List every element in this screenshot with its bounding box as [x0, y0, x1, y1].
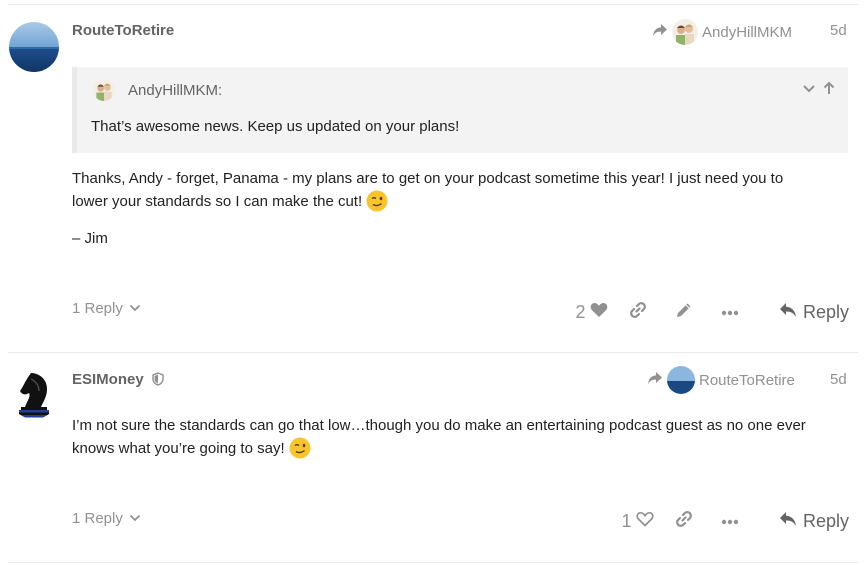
replies-label: 1 Reply: [72, 300, 123, 317]
post-actions: 1 Reply: [615, 505, 849, 537]
quote-controls: [802, 81, 836, 100]
post-body: I’m not sure the standards can go that l…: [72, 415, 848, 460]
quote-text: That’s awesome news. Keep us updated on …: [91, 118, 460, 135]
share-arrow-icon: [647, 371, 663, 389]
winking-face-emoji: [366, 190, 388, 212]
post-text: I’m not sure the standards can go that l…: [72, 415, 848, 460]
like-button[interactable]: 1: [615, 505, 661, 537]
post-divider: [8, 352, 858, 353]
username-link[interactable]: RouteToRetire: [72, 22, 174, 39]
post-text-line: lower your standards so I can make the c…: [72, 193, 363, 210]
replies-toggle-button[interactable]: 1 Reply: [72, 300, 141, 317]
post-date[interactable]: 5d: [830, 22, 847, 39]
reply-button[interactable]: Reply: [779, 302, 849, 323]
post-text-line: knows what you’re going to say!: [72, 440, 285, 457]
edit-button[interactable]: [661, 296, 707, 328]
reply-to-tab[interactable]: RouteToRetire: [647, 366, 795, 394]
like-count: 2: [575, 301, 586, 322]
reply-to-tab[interactable]: AndyHillMKM: [652, 18, 792, 46]
ellipsis-icon: [721, 303, 739, 321]
post-date[interactable]: 5d: [830, 371, 847, 388]
link-icon: [629, 301, 647, 324]
post-divider: [8, 562, 858, 563]
winking-face-emoji: [289, 437, 311, 459]
post-divider: [8, 4, 858, 5]
heart-icon: [590, 302, 608, 323]
post-actions: 2 Reply: [569, 296, 849, 328]
quote-author: AndyHillMKM:: [128, 81, 223, 99]
link-icon: [675, 510, 693, 533]
pencil-icon: [675, 301, 693, 324]
like-count: 1: [621, 510, 632, 531]
shield-icon: [152, 372, 164, 390]
like-button[interactable]: 2: [569, 296, 615, 328]
chevron-down-icon: [129, 510, 141, 527]
username-text: ESIMoney: [72, 371, 144, 388]
reply-to-username: RouteToRetire: [699, 371, 795, 389]
avatar-andy-hill: [672, 19, 698, 45]
quote-title: AndyHillMKM:: [93, 79, 222, 101]
reply-arrow-icon: [779, 511, 797, 532]
ocean-avatar-image: [9, 22, 59, 72]
replies-toggle-button[interactable]: 1 Reply: [72, 510, 141, 527]
copy-link-button[interactable]: [661, 505, 707, 537]
chevron-down-icon[interactable]: [802, 81, 816, 100]
avatar-esi-money[interactable]: [9, 369, 59, 419]
share-arrow-icon: [652, 23, 668, 41]
knight-avatar-image: [9, 369, 59, 419]
reply-arrow-icon: [779, 302, 797, 323]
signature: – Jim: [72, 230, 108, 247]
post-text-line: I’m not sure the standards can go that l…: [72, 417, 806, 434]
avatar-route-to-retire: [667, 366, 695, 394]
username-link[interactable]: ESIMoney: [72, 371, 164, 390]
post-body: Thanks, Andy - forget, Panama - my plans…: [72, 168, 848, 250]
replies-label: 1 Reply: [72, 510, 123, 527]
ellipsis-icon: [721, 512, 739, 530]
arrow-up-icon[interactable]: [822, 81, 836, 100]
show-more-button[interactable]: [707, 505, 753, 537]
post-text-line: Thanks, Andy - forget, Panama - my plans…: [72, 170, 784, 187]
heart-outline-icon: [636, 511, 655, 532]
reply-button[interactable]: Reply: [779, 511, 849, 532]
avatar-andy-hill: [93, 79, 115, 101]
reply-to-username: AndyHillMKM: [702, 23, 793, 41]
show-more-button[interactable]: [707, 296, 753, 328]
post-text: Thanks, Andy - forget, Panama - my plans…: [72, 168, 848, 213]
reply-label: Reply: [802, 301, 849, 322]
copy-link-button[interactable]: [615, 296, 661, 328]
quote-block: AndyHillMKM: That’s awesome news. Keep u…: [72, 67, 848, 153]
chevron-down-icon: [129, 300, 141, 317]
avatar-route-to-retire[interactable]: [9, 22, 59, 72]
topic-posts: RouteToRetire AndyHillMKM 5d AndyHillMKM…: [0, 0, 866, 565]
reply-label: Reply: [802, 510, 849, 531]
